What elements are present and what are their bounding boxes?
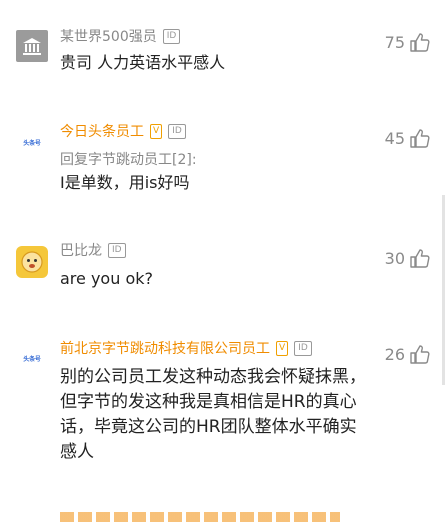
- logo-text: 头条号: [23, 139, 41, 147]
- id-badge: ID: [108, 242, 126, 258]
- verified-badge: V: [276, 340, 289, 356]
- comment-text: are you ok?: [60, 269, 153, 288]
- comment-author[interactable]: 巴比龙: [60, 240, 102, 260]
- toutiao-logo-icon[interactable]: 头条号: [16, 126, 48, 158]
- like-button[interactable]: 45: [385, 127, 431, 149]
- like-count: 75: [384, 32, 405, 52]
- cartoon-face-icon[interactable]: [16, 246, 48, 278]
- thumbs-up-icon: [410, 249, 430, 268]
- thumbs-up-icon: [410, 33, 430, 52]
- logo-text: 头条号: [23, 355, 41, 363]
- reply-to[interactable]: 回复字节跳动员工[2]:: [60, 149, 197, 169]
- id-badge: ID: [162, 28, 181, 44]
- verified-badge: V: [150, 123, 163, 139]
- comment-text: 别的公司员工发这种动态我会怀疑抹黑，但字节的发这种我是真相信是HR的真心话，毕竟…: [60, 367, 366, 462]
- like-button[interactable]: 30: [385, 247, 431, 269]
- next-comment-partial: [60, 512, 340, 522]
- like-count: 30: [384, 248, 405, 268]
- comment-text: I是单数，用is好吗: [60, 173, 190, 192]
- comment-author[interactable]: 前北京字节跳动科技有限公司员工: [60, 338, 270, 358]
- like-count: 45: [384, 128, 405, 148]
- id-badge: ID: [294, 340, 312, 356]
- thumbs-up-icon: [410, 345, 430, 364]
- like-button[interactable]: 26: [385, 343, 431, 365]
- comment-author[interactable]: 今日头条员工: [60, 121, 144, 141]
- thumbs-up-icon: [410, 129, 430, 148]
- comment-text: 贵司 人力英语水平感人: [60, 53, 226, 72]
- toutiao-logo-icon[interactable]: 头条号: [16, 342, 48, 374]
- id-badge: ID: [168, 123, 186, 139]
- like-count: 26: [384, 344, 405, 364]
- comment-author[interactable]: 某世界500强员: [60, 26, 157, 46]
- bank-icon[interactable]: [16, 30, 48, 62]
- like-button[interactable]: 75: [385, 31, 431, 53]
